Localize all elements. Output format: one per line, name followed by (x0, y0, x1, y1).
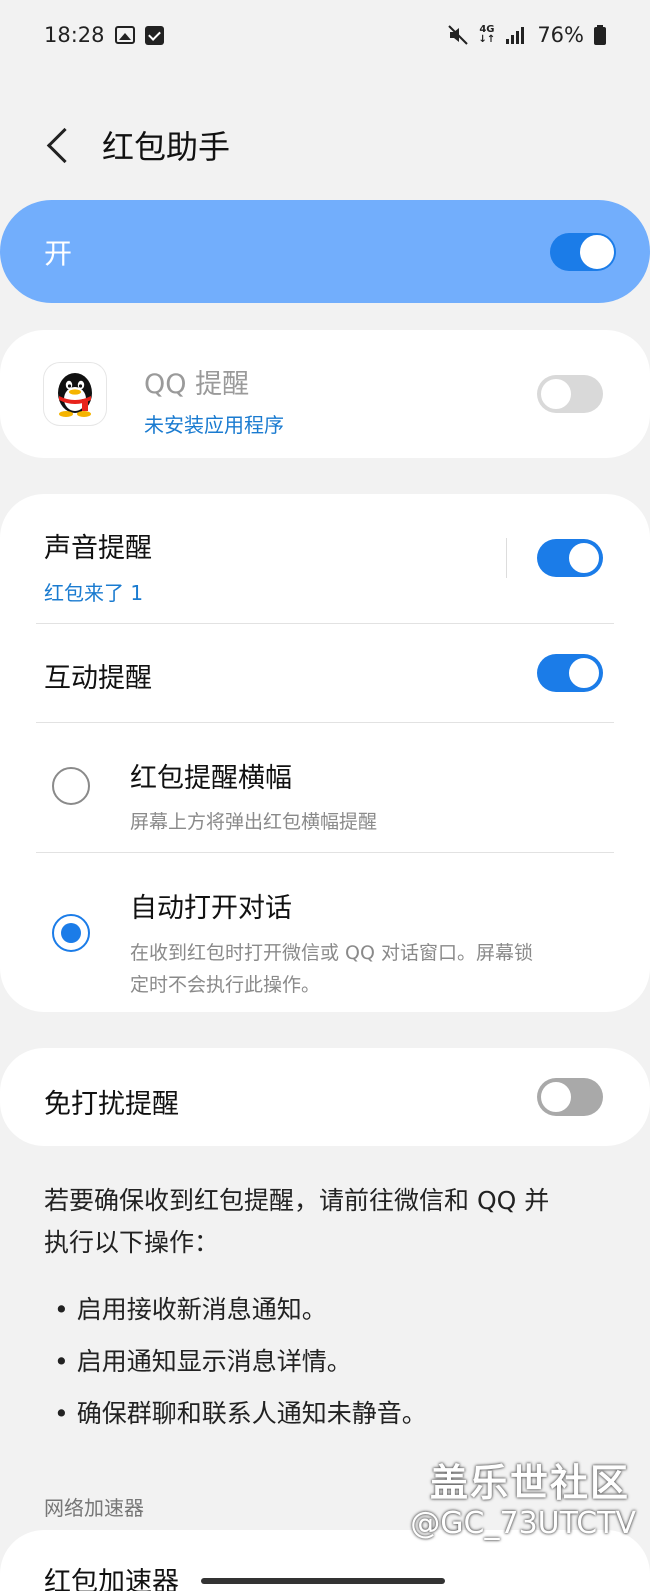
sound-reminder-toggle[interactable] (537, 539, 603, 577)
toggle-knob (567, 656, 601, 690)
banner-option-text[interactable]: 红包提醒横幅 屏幕上方将弹出红包横幅提醒 (130, 756, 610, 834)
divider (36, 722, 614, 723)
sound-reminder-text[interactable]: 声音提醒 红包来了 1 (44, 526, 484, 606)
checkbox-icon (144, 25, 164, 45)
battery-icon (594, 25, 606, 45)
dnd-reminder-title: 免打扰提醒 (44, 1089, 179, 1120)
note-bullet-3: • 确保群聊和联系人通知未静音。 (54, 1399, 427, 1428)
banner-option-title: 红包提醒横幅 (130, 763, 292, 794)
mute-icon (447, 24, 469, 46)
toggle-knob (539, 1080, 573, 1114)
auto-open-option-text[interactable]: 自动打开对话 在收到红包时打开微信或 QQ 对话窗口。屏幕锁 定时不会执行此操作… (130, 886, 620, 1001)
auto-open-option-subtitle: 在收到红包时打开微信或 QQ 对话窗口。屏幕锁 定时不会执行此操作。 (130, 937, 620, 1001)
watermark-handle: @GC_73UTCTV (410, 1506, 636, 1541)
qq-reminder-toggle[interactable] (537, 375, 603, 413)
master-switch-label: 开 (44, 236, 73, 270)
status-bar-right: 4G ↓↑ 76% (447, 23, 606, 47)
network-type: 4G (479, 24, 495, 35)
divider (36, 623, 614, 624)
vertical-divider (506, 538, 507, 578)
master-switch-row[interactable]: 开 (0, 200, 650, 303)
note-bullet-2: • 启用通知显示消息详情。 (54, 1347, 352, 1376)
home-indicator[interactable] (201, 1578, 445, 1584)
qq-reminder-text: QQ 提醒 未安装应用程序 (144, 362, 504, 438)
image-icon (114, 26, 135, 44)
battery-percent: 76% (537, 23, 584, 47)
master-toggle[interactable] (550, 232, 616, 271)
auto-open-radio[interactable] (52, 914, 90, 952)
sound-reminder-subtitle: 红包来了 1 (44, 581, 144, 605)
settings-card: 声音提醒 红包来了 1 互动提醒 红包提醒横幅 屏幕上方将弹出红包横幅提醒 自动… (0, 494, 650, 1012)
interactive-reminder-toggle[interactable] (537, 654, 603, 692)
divider (36, 852, 614, 853)
toggle-knob (567, 541, 601, 575)
toggle-knob (539, 377, 573, 411)
sound-reminder-title: 声音提醒 (44, 533, 152, 564)
toggle-knob (580, 234, 614, 269)
auto-open-option-title: 自动打开对话 (130, 893, 292, 924)
watermark-community: 盖乐世社区 (429, 1461, 630, 1505)
dnd-reminder-card[interactable]: 免打扰提醒 (0, 1048, 650, 1146)
status-time: 18:28 (44, 23, 105, 47)
app-header: 红包助手 (0, 110, 650, 180)
qq-penguin-icon (44, 363, 106, 425)
dnd-reminder-toggle[interactable] (537, 1078, 603, 1116)
status-bar-left: 18:28 (44, 23, 164, 47)
signal-icon (505, 25, 527, 45)
section-label-network-accelerator: 网络加速器 (44, 1496, 144, 1520)
status-bar: 18:28 4G ↓↑ 76% (0, 0, 650, 70)
qq-reminder-subtitle: 未安装应用程序 (144, 413, 284, 437)
note-bullet-1: • 启用接收新消息通知。 (54, 1295, 327, 1324)
banner-radio[interactable] (52, 767, 90, 805)
qq-reminder-title: QQ 提醒 (144, 369, 250, 400)
note-line1: 若要确保收到红包提醒，请前往微信和 QQ 并 (44, 1186, 550, 1215)
auto-open-subtitle-line2: 定时不会执行此操作。 (130, 974, 321, 996)
banner-option-subtitle: 屏幕上方将弹出红包横幅提醒 (130, 811, 378, 833)
instructions-note: 若要确保收到红包提醒，请前往微信和 QQ 并 执行以下操作： (44, 1180, 624, 1264)
note-line2: 执行以下操作： (44, 1228, 220, 1257)
auto-open-subtitle-line1: 在收到红包时打开微信或 QQ 对话窗口。屏幕锁 (130, 942, 533, 964)
qq-reminder-card[interactable]: QQ 提醒 未安装应用程序 (0, 330, 650, 458)
interactive-reminder-title: 互动提醒 (44, 663, 152, 694)
page-title: 红包助手 (102, 128, 231, 166)
interactive-reminder-row[interactable]: 互动提醒 (44, 656, 484, 695)
partial-item-title: 红包加速器 (44, 1567, 179, 1591)
back-arrow-icon[interactable] (30, 115, 90, 175)
network-4g-icon: 4G ↓↑ (478, 24, 496, 45)
